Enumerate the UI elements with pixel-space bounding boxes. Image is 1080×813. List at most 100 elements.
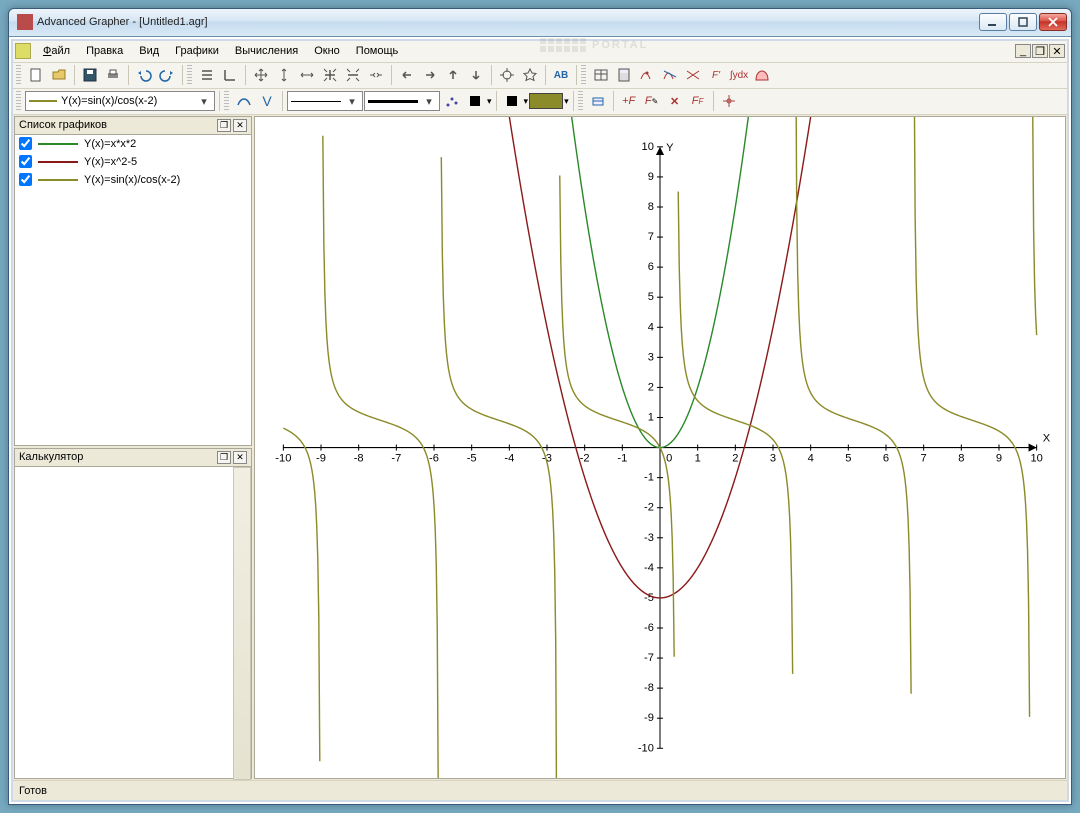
- panel-restore-button[interactable]: ❐: [217, 119, 231, 132]
- toolbar-grip[interactable]: [581, 65, 586, 85]
- zoom-in-button[interactable]: [319, 64, 341, 86]
- zoom-h-button[interactable]: [365, 64, 387, 86]
- arrow-right-button[interactable]: [419, 64, 441, 86]
- graph-item[interactable]: Y(x)=sin(x)/cos(x-2): [15, 171, 251, 189]
- calculator-panel: Калькулятор ❐ ✕: [14, 448, 252, 779]
- svg-text:4: 4: [808, 453, 814, 465]
- fill-swatch[interactable]: [529, 93, 563, 109]
- intersect-button[interactable]: [682, 64, 704, 86]
- plot-canvas[interactable]: XY-10-9-8-7-6-5-4-3-2-112345678910-10-9-…: [254, 116, 1066, 779]
- svg-text:5: 5: [648, 291, 654, 303]
- graph-item[interactable]: Y(x)=x^2-5: [15, 153, 251, 171]
- menu-правка[interactable]: Правка: [78, 42, 131, 60]
- menu-помощь[interactable]: Помощь: [348, 42, 407, 60]
- move-h-button[interactable]: [296, 64, 318, 86]
- svg-text:3: 3: [648, 351, 654, 363]
- open-button[interactable]: [48, 64, 70, 86]
- svg-text:-3: -3: [644, 532, 654, 544]
- properties-button[interactable]: [587, 90, 609, 112]
- add-func-button[interactable]: +F: [618, 90, 640, 112]
- line-color-button[interactable]: [464, 90, 486, 112]
- undo-button[interactable]: [133, 64, 155, 86]
- edit-func-button[interactable]: F✎: [641, 90, 663, 112]
- panel-restore-button[interactable]: ❐: [217, 451, 231, 464]
- panel-close-button[interactable]: ✕: [233, 451, 247, 464]
- trace-button[interactable]: [636, 64, 658, 86]
- line-style-combo[interactable]: ▾: [287, 91, 363, 111]
- svg-text:8: 8: [648, 201, 654, 213]
- svg-text:6: 6: [648, 261, 654, 273]
- calculator-body[interactable]: [15, 467, 251, 778]
- tangent-button[interactable]: [659, 64, 681, 86]
- graph-color-line: [38, 143, 78, 145]
- menu-окно[interactable]: Окно: [306, 42, 348, 60]
- graph-list-panel: Список графиков ❐ ✕ Y(x)=x*x*2 Y(x)=x^2-…: [14, 116, 252, 446]
- integral-button[interactable]: ∫ydx: [728, 64, 750, 86]
- graph-checkbox[interactable]: [19, 173, 32, 186]
- label-button[interactable]: AB: [550, 64, 572, 86]
- menu-вычисления[interactable]: Вычисления: [227, 42, 306, 60]
- graph-checkbox[interactable]: [19, 155, 32, 168]
- graph-checkbox[interactable]: [19, 137, 32, 150]
- svg-text:-8: -8: [354, 453, 364, 465]
- menu-файл[interactable]: Файл: [35, 42, 78, 60]
- line-width-combo[interactable]: ▾: [364, 91, 440, 111]
- table-button[interactable]: [590, 64, 612, 86]
- toolbar-grip[interactable]: [16, 91, 21, 111]
- svg-text:9: 9: [996, 453, 1002, 465]
- area-button[interactable]: [751, 64, 773, 86]
- toolbar-grip[interactable]: [578, 91, 583, 111]
- title-bar[interactable]: Advanced Grapher - [Untitled1.agr]: [9, 9, 1071, 37]
- point-style-button[interactable]: [441, 90, 463, 112]
- calc-button[interactable]: [613, 64, 635, 86]
- toolbar-grip[interactable]: [187, 65, 192, 85]
- toolbar-grip[interactable]: [224, 91, 229, 111]
- maximize-button[interactable]: [1009, 13, 1037, 31]
- curve-style-button[interactable]: [233, 90, 255, 112]
- list-button[interactable]: [196, 64, 218, 86]
- close-button[interactable]: [1039, 13, 1067, 31]
- svg-text:-1: -1: [617, 453, 627, 465]
- svg-text:-7: -7: [391, 453, 401, 465]
- derivative-button[interactable]: F': [705, 64, 727, 86]
- graph-list[interactable]: Y(x)=x*x*2 Y(x)=x^2-5 Y(x)=sin(x)/cos(x-…: [15, 135, 251, 445]
- arrow-up-button[interactable]: [442, 64, 464, 86]
- svg-text:8: 8: [958, 453, 964, 465]
- print-button[interactable]: [102, 64, 124, 86]
- mdi-close-button[interactable]: ✕: [1049, 44, 1065, 58]
- move-v-button[interactable]: [273, 64, 295, 86]
- arrow-left-button[interactable]: [396, 64, 418, 86]
- mdi-restore-button[interactable]: ❐: [1032, 44, 1048, 58]
- formula-combo[interactable]: Y(x)=sin(x)/cos(x-2) ▾: [25, 91, 215, 111]
- mdi-minimize-button[interactable]: _: [1015, 44, 1031, 58]
- watermark: PORTAL: [540, 38, 648, 52]
- svg-text:0: 0: [666, 453, 672, 465]
- graph-item[interactable]: Y(x)=x*x*2: [15, 135, 251, 153]
- snap-button[interactable]: [519, 64, 541, 86]
- zoom-out-button[interactable]: [342, 64, 364, 86]
- panel-close-button[interactable]: ✕: [233, 119, 247, 132]
- crosshair-button[interactable]: [496, 64, 518, 86]
- move-button[interactable]: [250, 64, 272, 86]
- vertical-style-button[interactable]: V: [256, 90, 278, 112]
- arrow-down-button[interactable]: [465, 64, 487, 86]
- save-button[interactable]: [79, 64, 101, 86]
- menu-графики[interactable]: Графики: [167, 42, 227, 60]
- svg-text:2: 2: [732, 453, 738, 465]
- minimize-button[interactable]: [979, 13, 1007, 31]
- menu-вид[interactable]: Вид: [131, 42, 167, 60]
- redo-button[interactable]: [156, 64, 178, 86]
- status-text: Готов: [19, 785, 47, 797]
- main-toolbar: AB F' ∫ydx: [13, 63, 1067, 89]
- center-button[interactable]: [718, 90, 740, 112]
- dup-func-button[interactable]: FF: [687, 90, 709, 112]
- delete-func-button[interactable]: ✕: [664, 90, 686, 112]
- new-button[interactable]: [25, 64, 47, 86]
- svg-text:-4: -4: [644, 562, 654, 574]
- svg-text:7: 7: [921, 453, 927, 465]
- axes-button[interactable]: [219, 64, 241, 86]
- plot-svg: XY-10-9-8-7-6-5-4-3-2-112345678910-10-9-…: [255, 117, 1065, 778]
- fill-color-button[interactable]: [501, 90, 523, 112]
- toolbar-grip[interactable]: [16, 65, 21, 85]
- svg-text:-10: -10: [638, 742, 654, 754]
